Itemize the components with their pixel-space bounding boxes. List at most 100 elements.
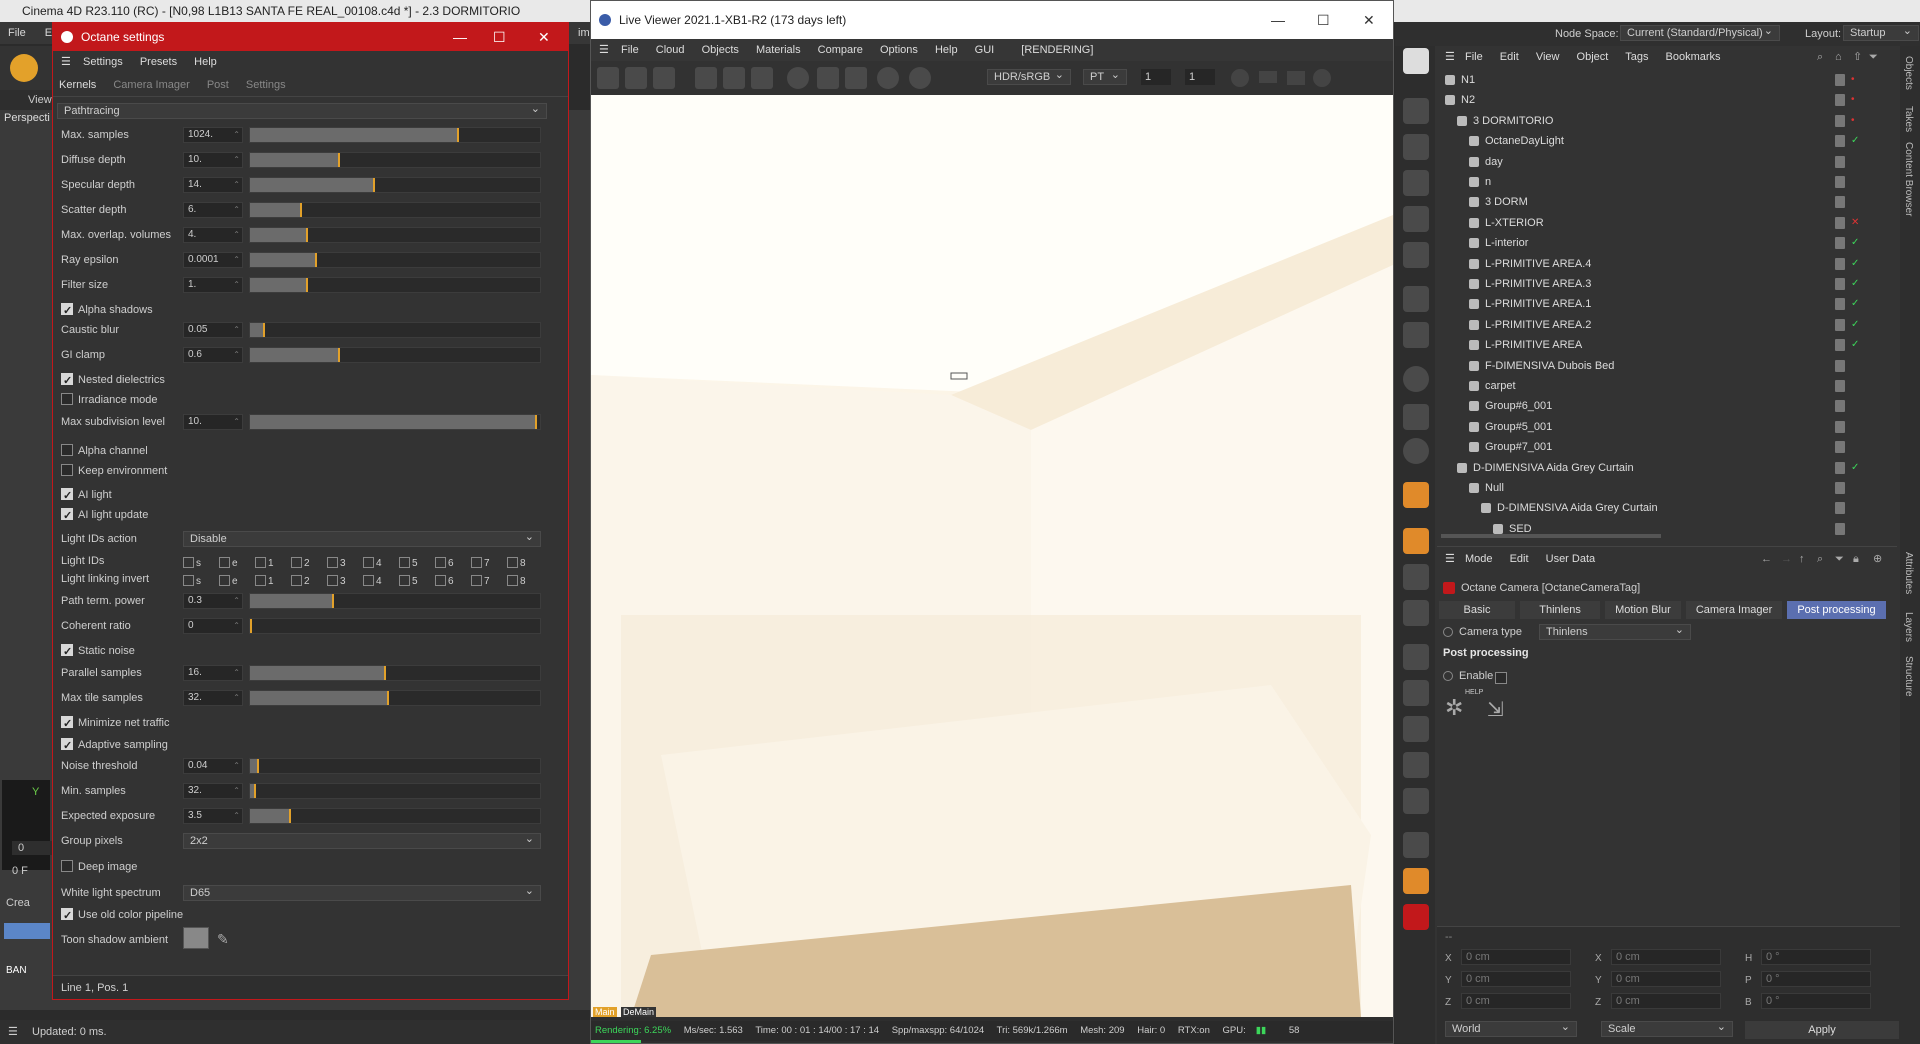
selection-tool-icon[interactable] xyxy=(10,54,38,82)
node-space-select[interactable]: Current (Standard/Physical) xyxy=(1620,24,1780,41)
visibility-icon[interactable] xyxy=(1835,94,1845,107)
timeline-frame-field[interactable]: 0 xyxy=(12,841,54,855)
visibility-icon[interactable] xyxy=(1835,278,1845,290)
adaptive-sampling-checkbox[interactable] xyxy=(61,736,73,756)
box-icon[interactable] xyxy=(1403,170,1429,196)
checkbox-icon[interactable] xyxy=(435,557,446,568)
grid-icon[interactable] xyxy=(1403,528,1429,554)
enabled-check-icon[interactable]: ✓ xyxy=(1851,233,1859,253)
enabled-check-icon[interactable]: ✕ xyxy=(1851,213,1859,233)
checkbox-icon[interactable] xyxy=(183,575,194,586)
param-caustic-blur-slider[interactable] xyxy=(249,322,541,338)
coord-field[interactable]: 0 ° xyxy=(1761,971,1871,987)
object-row[interactable]: F-DIMENSIVA Dubois Bed xyxy=(1437,356,1877,376)
visibility-icon[interactable] xyxy=(1835,522,1845,535)
param-ray-epsilon-field[interactable]: 0.0001 xyxy=(183,252,243,268)
object-row[interactable]: N2 • xyxy=(1437,90,1877,110)
menu-cloud[interactable]: Cloud xyxy=(656,44,685,56)
parallel-samples-field[interactable]: 16. xyxy=(183,665,243,681)
kernel-short-select[interactable]: PT xyxy=(1083,68,1127,85)
checkbox-icon[interactable] xyxy=(327,575,338,586)
snap-icon[interactable] xyxy=(1403,366,1429,392)
light-slot-4[interactable]: 4 xyxy=(363,572,382,592)
main-tag[interactable]: Main xyxy=(593,1007,617,1017)
noise-threshold-field[interactable]: 0.04 xyxy=(183,758,243,774)
material-ball-icon[interactable] xyxy=(787,67,809,89)
param-filter-size-field[interactable]: 1. xyxy=(183,277,243,293)
create-menu[interactable]: Crea xyxy=(6,897,30,909)
menu-help[interactable]: Help xyxy=(194,56,217,68)
object-row[interactable]: L-PRIMITIVE AREA.3 ✓ xyxy=(1437,274,1877,294)
visibility-icon[interactable] xyxy=(1835,135,1845,148)
color-wheel-icon[interactable] xyxy=(1313,69,1331,87)
hamburger-icon[interactable]: ☰ xyxy=(8,1020,18,1044)
menu-help[interactable]: Help xyxy=(935,44,958,56)
menu-options[interactable]: Options xyxy=(880,44,918,56)
tab-camera-imager[interactable]: Camera Imager xyxy=(1685,601,1783,619)
pause-icon[interactable] xyxy=(653,67,675,89)
lock-icon[interactable] xyxy=(751,67,773,89)
close-button[interactable]: ✕ xyxy=(1363,1,1375,39)
minimize-net-traffic-checkbox[interactable] xyxy=(61,714,73,734)
cube-icon[interactable] xyxy=(1403,98,1429,124)
viewport-view-menu[interactable]: View xyxy=(0,90,52,110)
menu-presets[interactable]: Presets xyxy=(140,56,177,68)
link-nodes-icon[interactable]: ⇲ xyxy=(1487,697,1517,727)
side-tab-takes[interactable]: Takes xyxy=(1903,106,1914,132)
use-old-color-pipeline-checkbox[interactable] xyxy=(61,906,73,926)
checkbox-icon[interactable] xyxy=(219,557,230,568)
deep-image-checkbox[interactable] xyxy=(61,860,73,872)
add-region-icon[interactable] xyxy=(817,67,839,89)
side-tab-objects[interactable]: Objects xyxy=(1903,56,1914,90)
box-icon[interactable] xyxy=(1403,286,1429,312)
camera-icon[interactable] xyxy=(1287,71,1305,85)
light-ids-action-select[interactable]: Disable xyxy=(183,530,541,547)
object-row[interactable]: N1 • xyxy=(1437,70,1877,90)
tab-camera-imager[interactable]: Camera Imager xyxy=(113,79,189,91)
enabled-check-icon[interactable]: • xyxy=(1851,70,1855,90)
object-row[interactable]: D-DIMENSIVA Aida Grey Curtain xyxy=(1437,498,1877,518)
tab-post[interactable]: Post xyxy=(207,79,229,91)
search-icon[interactable]: ⌕ xyxy=(1817,46,1823,68)
parallel-samples-slider[interactable] xyxy=(249,665,541,681)
add-icon[interactable]: ⊕ xyxy=(1873,547,1882,571)
maximize-button[interactable]: ☐ xyxy=(493,23,506,51)
object-row[interactable]: D-DIMENSIVA Aida Grey Curtain ✓ xyxy=(1437,458,1877,478)
ai-light-checkbox[interactable] xyxy=(61,486,73,506)
minimize-button[interactable]: — xyxy=(453,23,467,51)
menu-mode[interactable]: Mode xyxy=(1465,553,1493,565)
hamburger-icon[interactable]: ☰ xyxy=(61,51,71,73)
spin-field-1[interactable]: 1 xyxy=(1141,69,1171,85)
enable-checkbox[interactable] xyxy=(1495,672,1507,684)
tab-post-processing[interactable]: Post processing xyxy=(1787,601,1886,619)
cube-icon[interactable] xyxy=(1403,832,1429,858)
enabled-check-icon[interactable]: ✓ xyxy=(1851,254,1859,274)
camera-type-select[interactable]: Thinlens xyxy=(1539,623,1691,640)
param-specular-depth-field[interactable]: 14. xyxy=(183,177,243,193)
enabled-check-icon[interactable]: • xyxy=(1851,111,1855,131)
min-samples-slider[interactable] xyxy=(249,783,541,799)
object-row[interactable]: Null xyxy=(1437,478,1877,498)
light-slot-5[interactable]: 5 xyxy=(399,572,418,592)
focus-icon[interactable] xyxy=(877,67,899,89)
coord-field[interactable]: 0 ° xyxy=(1761,949,1871,965)
visibility-icon[interactable] xyxy=(1835,196,1845,209)
param-scatter-depth-field[interactable]: 6. xyxy=(183,202,243,218)
max-subdivision-field[interactable]: 10. xyxy=(183,414,243,430)
menu-materials[interactable]: Materials xyxy=(756,44,801,56)
param-caustic-blur-field[interactable]: 0.05 xyxy=(183,322,243,338)
param-max-samples-slider[interactable] xyxy=(249,127,541,143)
object-row[interactable]: n xyxy=(1437,172,1877,192)
side-tab-structure[interactable]: Structure xyxy=(1903,656,1914,697)
param-specular-depth-slider[interactable] xyxy=(249,177,541,193)
snap-icon[interactable] xyxy=(1403,438,1429,464)
live-viewer-title-bar[interactable]: Live Viewer 2021.1-XB1-R2 (173 days left… xyxy=(591,1,1393,39)
render-canvas[interactable]: Main DeMain xyxy=(591,95,1393,1017)
param-ray-epsilon-slider[interactable] xyxy=(249,252,541,268)
magnet-icon[interactable] xyxy=(1403,904,1429,930)
enabled-check-icon[interactable]: ✓ xyxy=(1851,335,1859,355)
toon-shadow-swatch[interactable] xyxy=(183,927,209,949)
scale-select[interactable]: Scale xyxy=(1601,1020,1733,1037)
focus-picker-icon[interactable] xyxy=(723,67,745,89)
visibility-icon[interactable] xyxy=(1835,420,1845,433)
